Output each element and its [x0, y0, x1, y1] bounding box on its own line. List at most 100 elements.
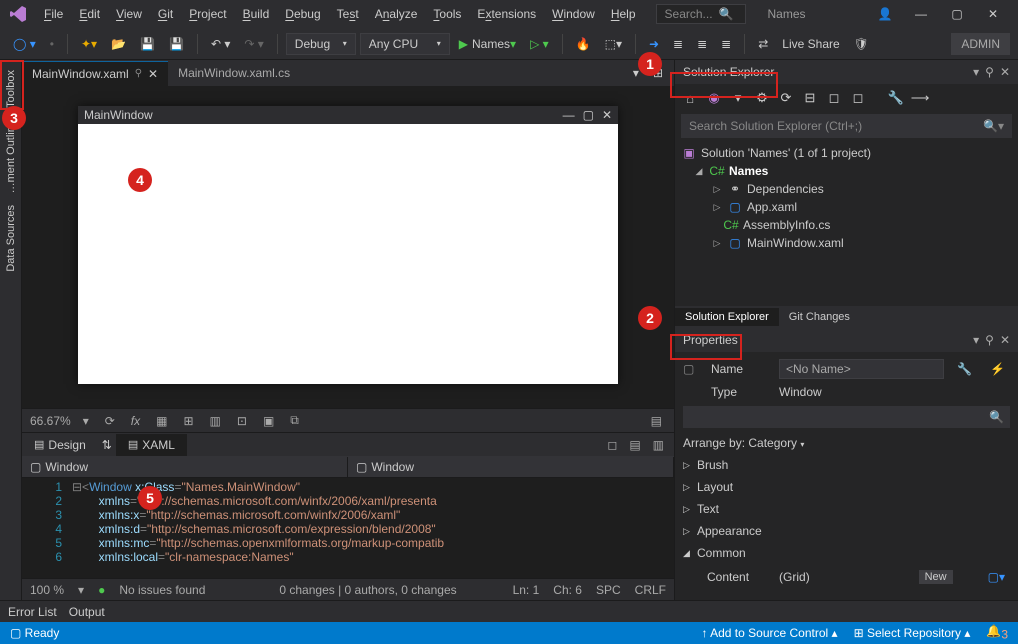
panel-pin-icon[interactable]: ⚲ [985, 65, 994, 79]
se-showall-icon[interactable]: ◻ [825, 89, 843, 107]
redo-button[interactable]: ↷ ▾ [239, 34, 268, 54]
context-left[interactable]: ▢ Window [22, 457, 348, 477]
menu-build[interactable]: Build [235, 3, 278, 25]
menu-project[interactable]: Project [181, 3, 234, 25]
hot-reload-icon[interactable]: 🔥 [571, 34, 596, 54]
error-list-tab[interactable]: Error List [8, 605, 57, 619]
pin-icon[interactable]: ⚲ [135, 68, 142, 79]
open-file-button[interactable]: 📂 [106, 34, 131, 54]
refresh-icon[interactable]: ⟳ [101, 412, 119, 430]
swap-icon[interactable]: ⇅ [98, 436, 116, 454]
feedback-icon[interactable]: 🛡 [849, 34, 874, 54]
se-refresh-icon[interactable]: ⟳ [777, 89, 795, 107]
panel-close-icon[interactable]: ✕ [1000, 65, 1010, 79]
menu-git[interactable]: Git [150, 3, 181, 25]
cat-common[interactable]: ◢Common [683, 542, 1010, 564]
cat-appearance[interactable]: ▷Appearance [683, 520, 1010, 542]
pop-out-icon[interactable]: ◻ [603, 436, 621, 454]
start-debug-button[interactable]: ▶ Names ▾ [454, 34, 521, 54]
se-tab[interactable]: Solution Explorer [675, 308, 779, 326]
designer-canvas[interactable]: MainWindow —▢✕ [22, 86, 674, 408]
assemblyinfo-node[interactable]: C#AssemblyInfo.cs [681, 216, 1012, 234]
git-changes-tab[interactable]: Git Changes [779, 308, 860, 326]
select-repo[interactable]: ⊞ Select Repository ▴ [854, 626, 971, 640]
user-icon[interactable]: 👤 [868, 2, 902, 26]
undo-button[interactable]: ↶ ▾ [206, 34, 235, 54]
snap-icon[interactable]: ⊞ [179, 412, 197, 430]
mainwindow-xaml-node[interactable]: ▷▢MainWindow.xaml [681, 234, 1012, 252]
cat-text[interactable]: ▷Text [683, 498, 1010, 520]
menu-tools[interactable]: Tools [425, 3, 469, 25]
maximize-button[interactable]: ▢ [940, 2, 974, 26]
context-right[interactable]: ▢ Window [348, 457, 674, 477]
split-h-icon[interactable]: ▤ [625, 436, 644, 454]
wrench-icon[interactable]: 🔧 [952, 359, 977, 379]
crlf-label[interactable]: CRLF [635, 583, 666, 597]
browser-icon[interactable]: ⬚▾ [600, 34, 627, 54]
close-tab-icon[interactable]: ✕ [148, 67, 158, 81]
outdent-icon[interactable]: ≣ [692, 34, 712, 54]
se-collapse-icon[interactable]: ⊟ [801, 89, 819, 107]
comment-icon[interactable]: ≣ [716, 34, 736, 54]
close-button[interactable]: ✕ [976, 2, 1010, 26]
solution-node[interactable]: ▣Solution 'Names' (1 of 1 project) [681, 144, 1012, 162]
menu-extensions[interactable]: Extensions [469, 3, 544, 25]
code-editor[interactable]: 123456 ⊟<Window x:Class="Names.MainWindo… [22, 478, 674, 578]
collapse-icon[interactable]: ▤ [647, 412, 666, 430]
menu-analyze[interactable]: Analyze [367, 3, 426, 25]
indent-icon[interactable]: ≣ [668, 34, 688, 54]
menu-view[interactable]: View [108, 3, 150, 25]
data-sources-tab[interactable]: Data Sources [2, 199, 20, 278]
xaml-tab[interactable]: ▤ XAML [116, 434, 187, 456]
save-button[interactable]: 💾 [135, 34, 160, 54]
save-all-button[interactable]: 💾 [164, 34, 189, 54]
grid-icon[interactable]: ▦ [152, 412, 171, 430]
menu-test[interactable]: Test [329, 3, 367, 25]
share-button[interactable]: ⇄ [753, 34, 773, 54]
start-nodbg-button[interactable]: ▷ ▾ [525, 34, 554, 54]
code-zoom[interactable]: 100 % [30, 583, 64, 597]
new-project-button[interactable]: ✦▾ [76, 34, 102, 54]
search-box[interactable]: Search... 🔍 [656, 4, 746, 24]
layout-icon[interactable]: ⊡ [233, 412, 251, 430]
nav-back-button[interactable]: ◯ ▾ [8, 34, 41, 54]
split-v-icon[interactable]: ▥ [649, 436, 668, 454]
window-preview[interactable]: MainWindow —▢✕ [78, 106, 618, 384]
tab-mainwindow-xaml[interactable]: MainWindow.xaml⚲✕ [22, 61, 168, 86]
deps-node[interactable]: ▷⚭Dependencies [681, 180, 1012, 198]
live-share-button[interactable]: Live Share [777, 34, 844, 54]
fx-icon[interactable]: fx [127, 412, 144, 430]
issues-label[interactable]: No issues found [119, 583, 205, 597]
cat-brush[interactable]: ▷Brush [683, 454, 1010, 476]
platform-combo[interactable]: Any CPU▾ [360, 33, 450, 55]
zoom-dropdown-icon[interactable]: ▾ [79, 412, 93, 430]
app-xaml-node[interactable]: ▷▢App.xaml [681, 198, 1012, 216]
menu-help[interactable]: Help [603, 3, 644, 25]
code-icon[interactable]: ⧉ [286, 411, 303, 430]
add-source-control[interactable]: ↑ Add to Source Control ▴ [701, 626, 837, 640]
snap2-icon[interactable]: ▥ [206, 412, 225, 430]
se-wrench-icon[interactable]: 🔧 [887, 89, 905, 107]
se-preview-icon[interactable]: ◻ [849, 89, 867, 107]
reset-icon[interactable]: ▢▾ [983, 567, 1010, 587]
output-tab[interactable]: Output [69, 605, 105, 619]
ch-label[interactable]: Ch: 6 [553, 583, 582, 597]
ln-label[interactable]: Ln: 1 [513, 583, 540, 597]
se-search-input[interactable]: Search Solution Explorer (Ctrl+;) 🔍▾ [681, 114, 1012, 138]
spc-label[interactable]: SPC [596, 583, 621, 597]
group-icon[interactable]: ▣ [259, 412, 278, 430]
nav-fwd-button[interactable]: • [45, 34, 59, 54]
menu-debug[interactable]: Debug [277, 3, 328, 25]
project-node[interactable]: ◢C#Names [681, 162, 1012, 180]
new-button[interactable]: New [919, 570, 953, 584]
zoom-level[interactable]: 66.67% [30, 414, 71, 428]
name-input[interactable]: <No Name> [779, 359, 944, 379]
minimize-button[interactable]: — [904, 2, 938, 26]
prop-search-input[interactable]: 🔍 [683, 406, 1010, 428]
design-tab[interactable]: ▤ Design [22, 434, 98, 456]
step-icon[interactable]: ➜ [644, 34, 664, 54]
menu-edit[interactable]: Edit [71, 3, 108, 25]
menu-window[interactable]: Window [544, 3, 603, 25]
config-combo[interactable]: Debug▾ [286, 33, 356, 55]
panel-menu-icon[interactable]: ▾ [973, 65, 979, 79]
